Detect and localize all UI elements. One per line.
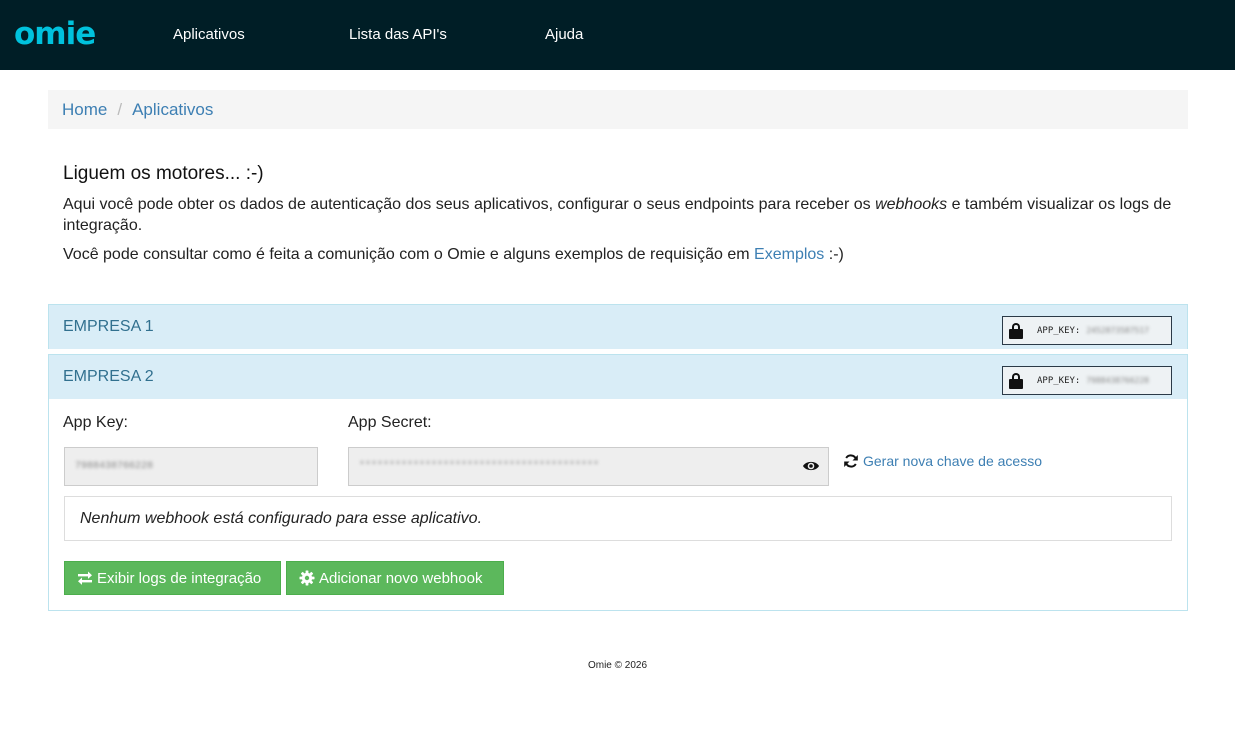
- company-name: EMPRESA 1: [63, 318, 154, 335]
- gear-icon: [299, 570, 315, 586]
- regenerate-key-label: Gerar nova chave de acesso: [863, 453, 1042, 469]
- omie-logo[interactable]: omie: [14, 14, 96, 54]
- breadcrumb-aplicativos[interactable]: Aplicativos: [132, 100, 213, 120]
- top-navbar: omie Aplicativos Lista das API's Ajuda: [0, 0, 1235, 70]
- add-webhook-button[interactable]: Adicionar novo webhook: [286, 561, 504, 595]
- add-webhook-label: Adicionar novo webhook: [319, 569, 483, 587]
- app-key-value: 2452873587517: [1086, 326, 1149, 335]
- app-key-badge: APP_KEY: 7988438766228: [1002, 366, 1172, 395]
- company-panel-2-heading[interactable]: EMPRESA 2 APP_KEY: 7988438766228: [49, 355, 1187, 399]
- lock-icon: [1009, 372, 1023, 389]
- nav-link-ajuda[interactable]: Ajuda: [545, 25, 583, 45]
- show-integration-logs-button[interactable]: Exibir logs de integração: [64, 561, 281, 595]
- app-secret-field-value: ****************************************: [359, 461, 600, 472]
- breadcrumb-home[interactable]: Home: [62, 100, 107, 120]
- examples-link[interactable]: Exemplos: [754, 246, 824, 263]
- intro-p2-text-end: :-): [824, 246, 844, 263]
- logo-text: omie: [14, 15, 96, 52]
- company-panel-2: EMPRESA 2 APP_KEY: 7988438766228 App Key…: [48, 354, 1188, 611]
- intro-p1-emphasis: webhooks: [875, 196, 948, 213]
- intro-paragraph-2: Você pode consultar como é feita a comun…: [63, 244, 1173, 265]
- lock-icon: [1009, 322, 1023, 339]
- app-key-label: APP_KEY:: [1037, 375, 1081, 386]
- breadcrumb: Home / Aplicativos: [48, 90, 1188, 129]
- company-panel-1-heading[interactable]: EMPRESA 1 APP_KEY: 2452873587517: [49, 305, 1187, 349]
- exchange-icon: [78, 571, 92, 585]
- webhook-empty-message: Nenhum webhook está configurado para ess…: [64, 496, 1172, 541]
- intro-p2-text: Você pode consultar como é feita a comun…: [63, 246, 755, 263]
- page-title: Liguem os motores... :-): [63, 163, 264, 184]
- intro-paragraph-1: Aqui você pode obter os dados de autenti…: [63, 194, 1173, 236]
- app-key-value: 7988438766228: [1086, 376, 1149, 385]
- breadcrumb-separator: /: [117, 99, 123, 119]
- app-secret-field[interactable]: ****************************************: [348, 447, 829, 486]
- app-key-field-label: App Key:: [63, 414, 128, 431]
- company-name: EMPRESA 2: [63, 368, 154, 385]
- app-key-badge: APP_KEY: 2452873587517: [1002, 316, 1172, 345]
- nav-link-lista-apis[interactable]: Lista das API's: [349, 25, 447, 45]
- intro-p1-text: Aqui você pode obter os dados de autenti…: [63, 196, 876, 213]
- nav-link-aplicativos[interactable]: Aplicativos: [173, 25, 245, 45]
- app-secret-field-label: App Secret:: [348, 414, 432, 431]
- show-integration-logs-label: Exibir logs de integração: [97, 569, 262, 587]
- footer-copyright: Omie © 2026: [587, 660, 648, 671]
- app-key-label: APP_KEY:: [1037, 325, 1081, 336]
- intro-section: Liguem os motores... :-) Aqui você pode …: [63, 162, 1173, 265]
- regenerate-key-link[interactable]: Gerar nova chave de acesso: [843, 453, 1042, 469]
- app-key-field-value: 7988438766228: [75, 461, 154, 472]
- app-key-field[interactable]: 7988438766228: [64, 447, 318, 486]
- company-panel-1: EMPRESA 1 APP_KEY: 2452873587517: [48, 304, 1188, 349]
- refresh-icon: [844, 454, 858, 468]
- eye-icon[interactable]: [802, 459, 820, 473]
